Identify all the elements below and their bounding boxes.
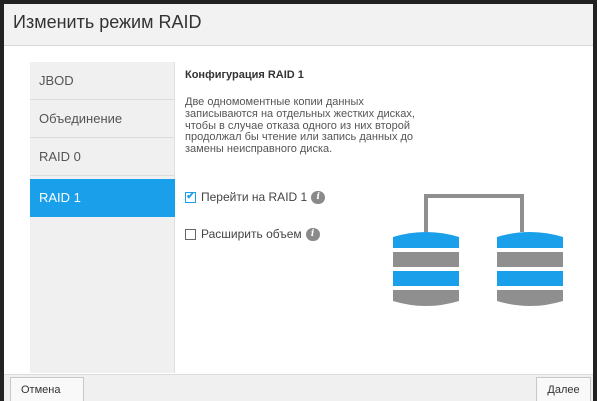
dialog-title-bar: Изменить режим RAID — [4, 4, 593, 46]
dialog-footer: Отмена Далее — [4, 374, 593, 401]
raid-mode-sidebar: JBOD Объединение RAID 0 RAID 1 — [30, 62, 175, 373]
expand-volume-checkbox[interactable] — [185, 228, 196, 240]
switch-to-raid1-label: Перейти на RAID 1 — [201, 190, 308, 204]
disk-stack-right — [497, 232, 563, 306]
sidebar-item-raid0[interactable]: RAID 0 — [30, 138, 175, 176]
expand-volume-label: Расширить объем — [201, 227, 302, 241]
dialog-title: Изменить режим RAID — [13, 12, 202, 32]
next-button[interactable]: Далее — [536, 377, 591, 401]
change-raid-mode-dialog: Изменить режим RAID JBOD Объединение RAI… — [0, 0, 597, 401]
disk-stack-left — [393, 232, 459, 306]
raid1-diagram — [393, 194, 563, 306]
cancel-button[interactable]: Отмена — [10, 377, 84, 401]
mirror-connector — [424, 194, 524, 232]
sidebar-item-spanning[interactable]: Объединение — [30, 100, 175, 138]
expand-volume-option[interactable]: Расширить объем i — [185, 227, 320, 241]
info-icon[interactable]: i — [305, 227, 320, 241]
switch-to-raid1-option[interactable]: ✔ Перейти на RAID 1 i — [185, 190, 326, 204]
info-icon[interactable]: i — [311, 190, 326, 204]
raid-description: Две одномоментные копии данных записываю… — [185, 96, 415, 156]
switch-to-raid1-checkbox[interactable]: ✔ — [185, 191, 196, 203]
sidebar-item-raid1[interactable]: RAID 1 — [30, 179, 175, 217]
sidebar-item-jbod[interactable]: JBOD — [30, 62, 175, 100]
raid-config-title: Конфигурация RAID 1 — [185, 69, 304, 81]
